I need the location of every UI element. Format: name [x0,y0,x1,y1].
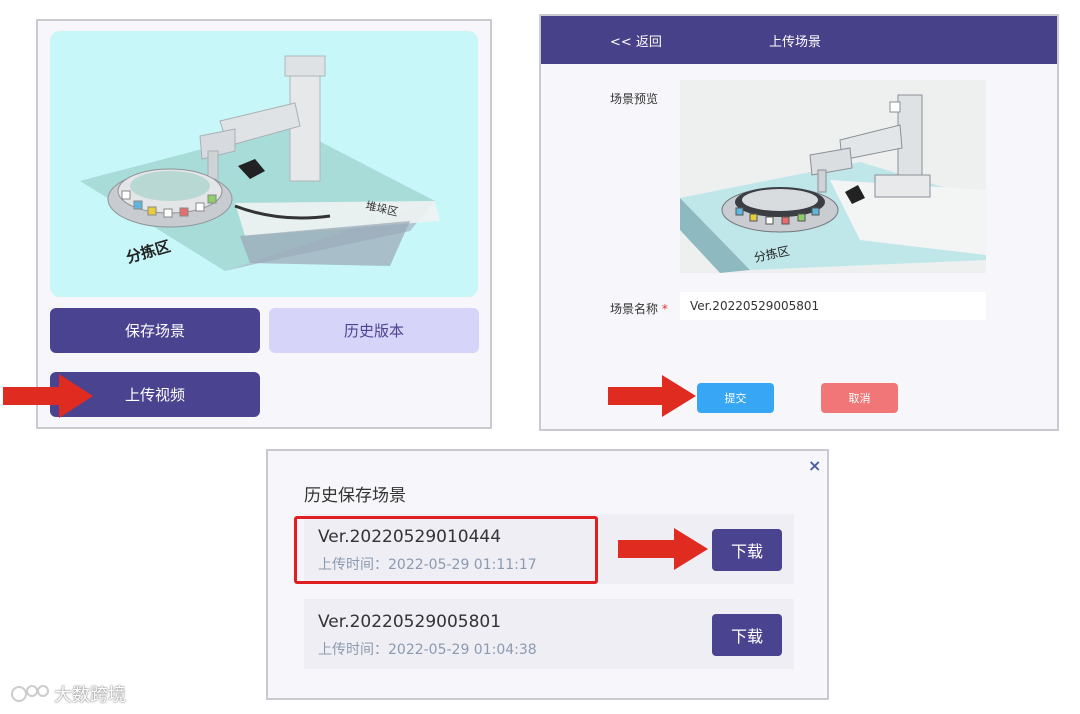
version-name: Ver.20220529005801 [318,612,502,632]
cancel-button[interactable]: 取消 [821,383,898,413]
submit-button[interactable]: 提交 [697,383,774,413]
scene-preview-image: 分拣区 堆垛区 [50,31,478,297]
history-dialog: 历史保存场景 × Ver.20220529010444 上传时间：2022-05… [266,449,829,700]
page-title: 上传场景 [769,35,822,50]
arrow-icon [608,375,696,417]
scene-name-input[interactable] [680,292,986,320]
back-link[interactable]: << 返回 [610,31,662,50]
scene-panel: 分拣区 堆垛区 保存场景 历史版本 上传视频 [36,19,492,429]
required-mark: * [661,302,668,316]
scene-preview-image: 分拣区 [680,80,986,273]
list-item: Ver.20220529005801 上传时间：2022-05-29 01:04… [304,599,794,669]
download-button[interactable]: 下载 [712,614,782,656]
close-icon[interactable]: × [808,456,821,475]
watermark-text: 大数跨境 [54,685,126,706]
scene-name-label: 场景名称 * [610,302,668,316]
arrow-icon [3,374,93,418]
preview-label: 场景预览 [610,92,659,106]
save-scene-button[interactable]: 保存场景 [50,308,260,353]
history-version-button[interactable]: 历史版本 [269,308,479,353]
watermark-logo-icon [11,685,49,702]
arrow-icon [618,528,708,570]
highlight-box [294,516,598,584]
upload-time: 上传时间：2022-05-29 01:04:38 [318,642,537,658]
watermark: 大数跨境 [10,681,126,707]
upload-scene-panel: << 返回 上传场景 场景预览 分拣区 场景名称 * Ver.202205290… [539,14,1059,431]
panel-header: << 返回 上传场景 [541,16,1057,64]
zone-label-sorting: 分拣区 [124,237,172,267]
dialog-title: 历史保存场景 [304,486,406,506]
download-button[interactable]: 下载 [712,529,782,571]
